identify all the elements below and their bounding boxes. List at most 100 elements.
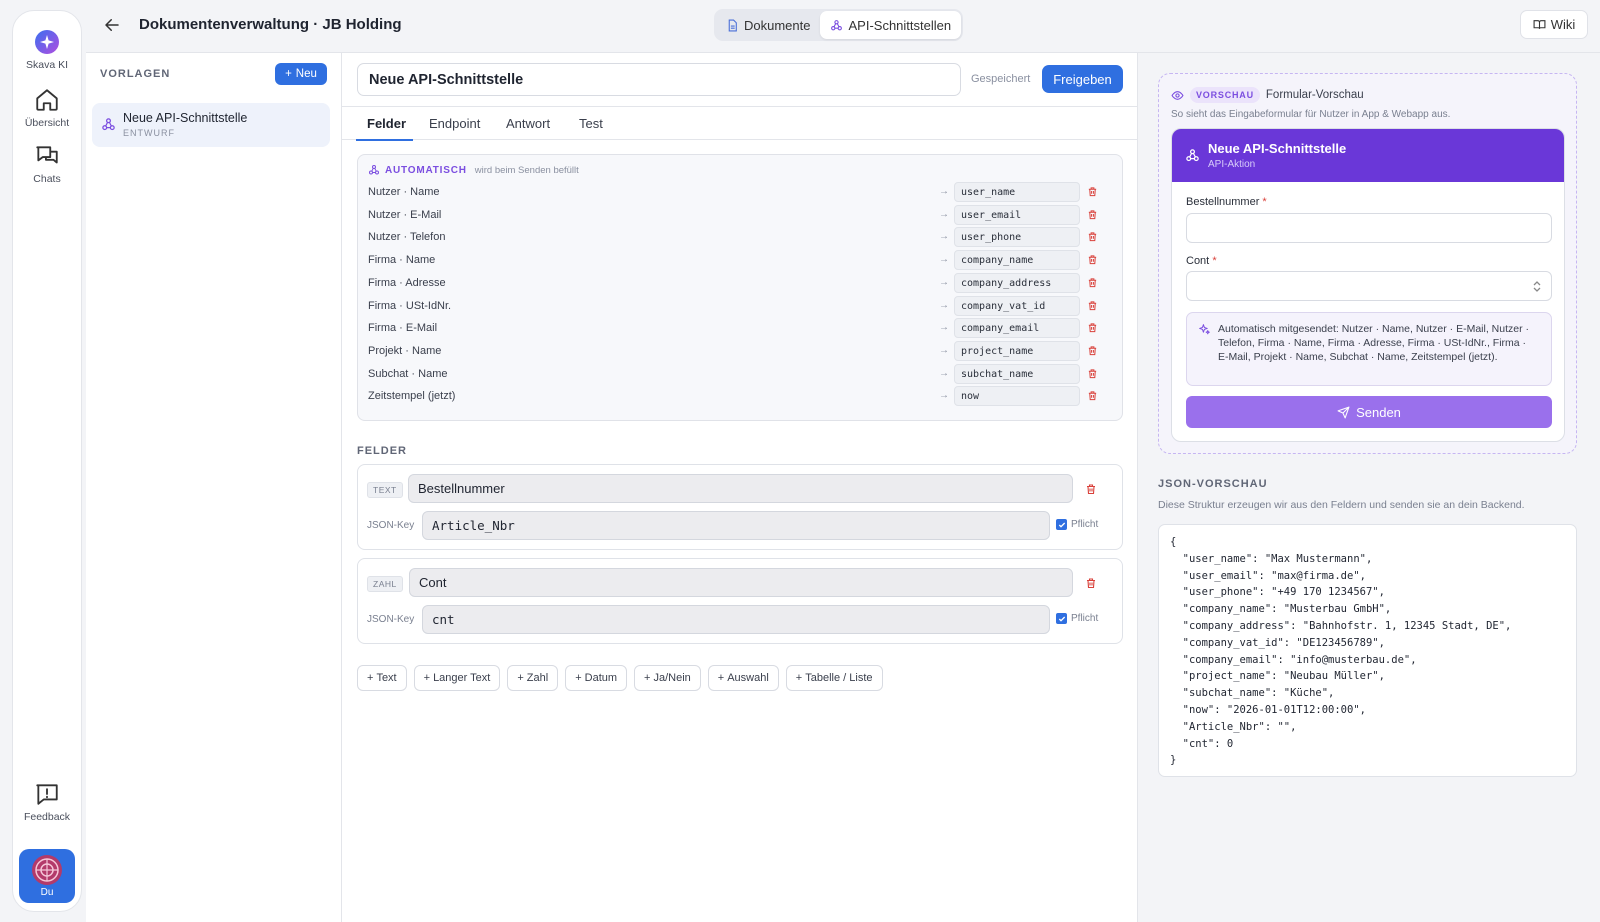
delete-auto-field-button[interactable] [1087,231,1098,242]
template-name-input[interactable]: Neue API-Schnittstelle [357,63,961,96]
field-label-input[interactable]: Cont [409,568,1073,597]
send-button[interactable]: Senden [1186,396,1552,428]
chats-icon [36,146,58,164]
tab-label: API-Schnittstellen [848,17,952,33]
feedback-icon [36,784,58,805]
tab-endpoint[interactable]: Endpoint [429,116,480,131]
nav-rail: Skava KI Übersicht Chats Feedback Du [12,10,82,912]
tab-dokumente[interactable]: Dokumente [716,11,820,39]
wiki-button[interactable]: Wiki [1520,10,1588,39]
add-field-button[interactable]: + Langer Text [413,665,501,691]
auto-field-label: Nutzer · Name [368,186,440,198]
auto-field-label: Firma · USt-IdNr. [368,299,452,312]
webhook-icon [369,165,379,175]
cont-number-input[interactable] [1186,271,1552,301]
template-status: ENTWURF [123,128,175,138]
editor-tabs: Felder Endpoint Antwort Test [342,106,1137,141]
checkbox-checked [1056,519,1067,530]
delete-auto-field-button[interactable] [1087,322,1098,333]
required-checkbox[interactable]: Pflicht [1056,613,1098,624]
template-item[interactable]: Neue API-Schnittstelle ENTWURF [92,103,330,147]
add-field-button[interactable]: + Zahl [507,665,559,691]
nav-item-label: Skava KI [25,59,69,71]
nav-item-label: Übersicht [24,117,70,129]
auto-field-key: user_email [954,204,1080,225]
delete-field-button[interactable] [1085,483,1097,495]
add-field-button[interactable]: + Text [357,665,407,691]
required-checkbox[interactable]: Pflicht [1056,519,1098,530]
nav-item-overview[interactable]: Übersicht [13,87,81,129]
delete-auto-field-button[interactable] [1087,186,1098,197]
sparkles-icon [1199,324,1210,335]
arrow-right-icon: → [939,231,949,243]
auto-field-row: Firma · Name → company_name [368,250,1113,271]
arrow-right-icon: → [939,186,949,197]
auto-fields-box: AUTOMATISCH wird beim Senden befüllt Nut… [357,154,1123,421]
arrow-left-icon [105,19,119,31]
add-field-label: Zahl [526,672,549,684]
required-label: Pflicht [1071,613,1099,624]
field-card: ZAHL Cont JSON-Key cnt Pflicht [357,558,1123,644]
delete-auto-field-button[interactable] [1087,390,1098,401]
trash-icon [1088,368,1097,378]
trash-icon [1088,255,1097,265]
auto-field-key: now [954,386,1080,407]
user-menu-button[interactable]: Du [19,849,75,903]
trash-icon [1087,578,1095,589]
bestellnummer-input[interactable] [1186,213,1552,243]
trash-icon [1088,323,1097,333]
trash-icon [1088,210,1097,219]
tab-test[interactable]: Test [579,116,603,131]
feedback-label: Feedback [23,811,71,823]
tab-felder[interactable]: Felder [367,116,406,131]
checkbox-checked [1056,613,1067,624]
tab-label: Dokumente [744,17,811,33]
add-field-button[interactable]: + Ja/Nein [634,665,701,691]
delete-auto-field-button[interactable] [1087,254,1098,265]
plus-icon: + [423,672,431,684]
new-template-button[interactable]: + Neu [275,63,327,85]
nav-item-chats[interactable]: Chats [13,143,81,185]
auto-field-key: company_name [954,250,1080,271]
delete-auto-field-button[interactable] [1087,300,1098,311]
form-field-label-text: Cont [1186,255,1210,267]
arrow-right-icon: → [939,367,949,379]
required-mark: * [1212,255,1217,267]
trash-icon [1088,300,1097,310]
add-field-button[interactable]: + Auswahl [707,665,779,691]
templates-panel: VORLAGEN + Neu Neue API-Schnittstelle EN… [86,52,342,922]
add-field-button[interactable]: + Tabelle / Liste [785,665,883,691]
preview-form: Neue API-Schnittstelle API-Aktion Bestel… [1171,128,1565,442]
form-field-label: Bestellnummer * [1186,196,1267,208]
arrow-right-icon: → [939,208,949,220]
json-preview-heading: JSON-VORSCHAU [1158,478,1268,490]
tab-antwort[interactable]: Antwort [506,116,550,131]
webhook-icon [1186,149,1199,162]
delete-auto-field-button[interactable] [1087,345,1098,356]
book-icon [1533,20,1546,29]
release-button[interactable]: Freigeben [1042,65,1123,93]
delete-auto-field-button[interactable] [1087,209,1098,220]
arrow-right-icon: → [939,344,949,356]
stepper-icon[interactable] [1533,280,1541,293]
add-field-label: Tabelle / Liste [805,672,873,684]
auto-sub: wird beim Senden befüllt [474,164,579,176]
template-name: Neue API-Schnittstelle [123,111,248,125]
json-key-input[interactable]: Article_Nbr [422,511,1050,540]
field-label-input[interactable]: Bestellnummer [408,474,1073,503]
plus-icon: + [644,672,651,684]
json-key-input[interactable]: cnt [422,605,1050,634]
page-title: Dokumentenverwaltung · JB Holding [139,16,402,33]
auto-field-key: subchat_name [954,363,1080,384]
delete-field-button[interactable] [1085,577,1097,589]
active-tab-indicator [356,139,413,141]
add-field-button[interactable]: + Datum [565,665,628,691]
tab-api-schnittstellen[interactable]: API-Schnittstellen [820,11,962,39]
delete-auto-field-button[interactable] [1087,368,1098,379]
auto-field-row: Firma · Adresse → company_address [368,272,1113,293]
back-button[interactable] [103,16,121,34]
nav-item-skava[interactable]: Skava KI [13,29,81,71]
delete-auto-field-button[interactable] [1087,277,1098,288]
feedback-button[interactable]: Feedback [13,781,81,823]
form-field-label: Cont * [1186,255,1217,267]
